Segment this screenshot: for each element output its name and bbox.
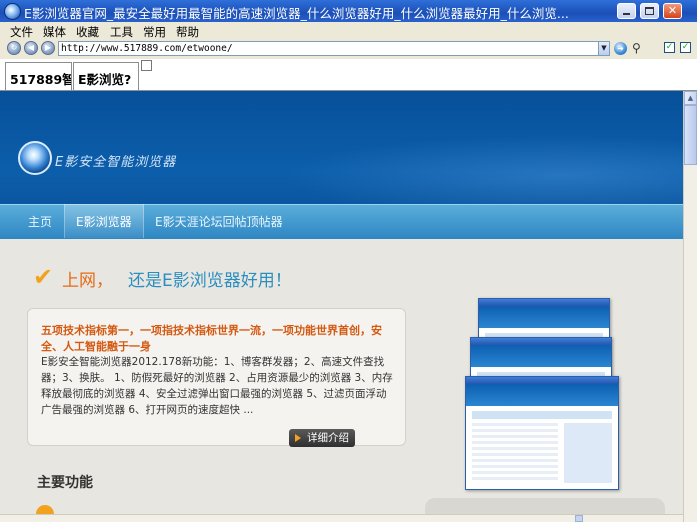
scroll-up-arrow-icon[interactable]: ▲ (684, 91, 697, 105)
hero-headline-part-a: 上网， (62, 271, 113, 291)
url-dropdown-button[interactable]: ▼ (598, 41, 610, 56)
menu-favorites[interactable]: 收藏 (76, 24, 99, 40)
window-title: E影浏览器官网_最安全最好用最智能的高速浏览器_什么浏览器好用_什么浏览器最好用… (24, 6, 569, 21)
search-icon[interactable]: ⚲ (632, 41, 646, 55)
tab-close-icon[interactable] (141, 60, 152, 71)
back-button[interactable]: ◀ (24, 41, 38, 55)
feature-card-body: E影安全智能浏览器2012.178新功能：1、博客群发器；2、高速文件查找器；3… (41, 356, 393, 416)
details-button-label: 详细介绍 (307, 432, 349, 444)
url-input[interactable]: http://www.517889.com/etwoone/ (58, 41, 599, 56)
hero-headline-part-b: 还是E影浏览器好用！ (128, 271, 292, 291)
title-bar: E影浏览器官网_最安全最好用最智能的高速浏览器_什么浏览器好用_什么浏览器最好用… (0, 0, 697, 22)
screenshot-image (465, 376, 619, 490)
maximize-icon (645, 7, 654, 15)
site-logo-text[interactable]: E影安全智能浏览器 (55, 151, 176, 170)
nav-e-browser[interactable]: E影浏览器 (76, 213, 132, 230)
browser-app-icon (4, 3, 21, 20)
horizontal-scrollbar[interactable] (0, 514, 683, 522)
minimize-icon (623, 13, 630, 15)
minimize-button[interactable] (617, 3, 636, 19)
scrollbar-thumb[interactable] (684, 105, 697, 165)
scrollbar-thumb[interactable] (575, 515, 583, 522)
close-icon: ✕ (667, 4, 678, 17)
menu-media[interactable]: 媒体 (43, 24, 66, 40)
close-button[interactable]: ✕ (663, 3, 682, 19)
tab-e-browser[interactable]: E影浏览? (73, 62, 139, 90)
go-icon[interactable]: ➜ (614, 42, 627, 55)
menu-common[interactable]: 常用 (143, 24, 166, 40)
site-logo-icon[interactable] (18, 141, 52, 175)
checkbox-icon[interactable]: ✓ (680, 42, 691, 53)
menu-bar: 文件 媒体 收藏 工具 常用 帮助 (0, 22, 697, 40)
vertical-scrollbar[interactable]: ▲ (683, 91, 697, 522)
menu-file[interactable]: 文件 (10, 24, 33, 40)
tab-517889[interactable]: 517889智 (5, 62, 72, 90)
web-page: E影安全智能浏览器 主页 E影浏览器 E影天涯论坛回帖顶帖器 ✔ 上网， 还是E… (0, 91, 683, 522)
address-bar: ↻ ◀ ▶ http://www.517889.com/etwoone/ ▼ ➜… (0, 40, 697, 59)
checkmark-icon: ✔ (33, 263, 54, 291)
forward-button[interactable]: ▶ (41, 41, 55, 55)
play-icon (295, 434, 301, 442)
tab-strip: 517889智 E影浏览? (0, 59, 697, 91)
feature-card-title: 五项技术指标第一，一项指技术指标世界一流，一项功能世界首创，安全、人工智能融于一… (41, 324, 382, 353)
nav-forum-tool[interactable]: E影天涯论坛回帖顶帖器 (155, 213, 283, 230)
menu-help[interactable]: 帮助 (176, 24, 199, 40)
menu-tools[interactable]: 工具 (110, 24, 133, 40)
details-button[interactable]: 详细介绍 (289, 429, 355, 447)
checkbox-icon[interactable]: ✓ (664, 42, 675, 53)
maximize-button[interactable] (640, 3, 659, 19)
nav-home[interactable]: 主页 (28, 213, 52, 230)
refresh-button[interactable]: ↻ (7, 41, 21, 55)
section-title: 主要功能 (37, 475, 93, 491)
